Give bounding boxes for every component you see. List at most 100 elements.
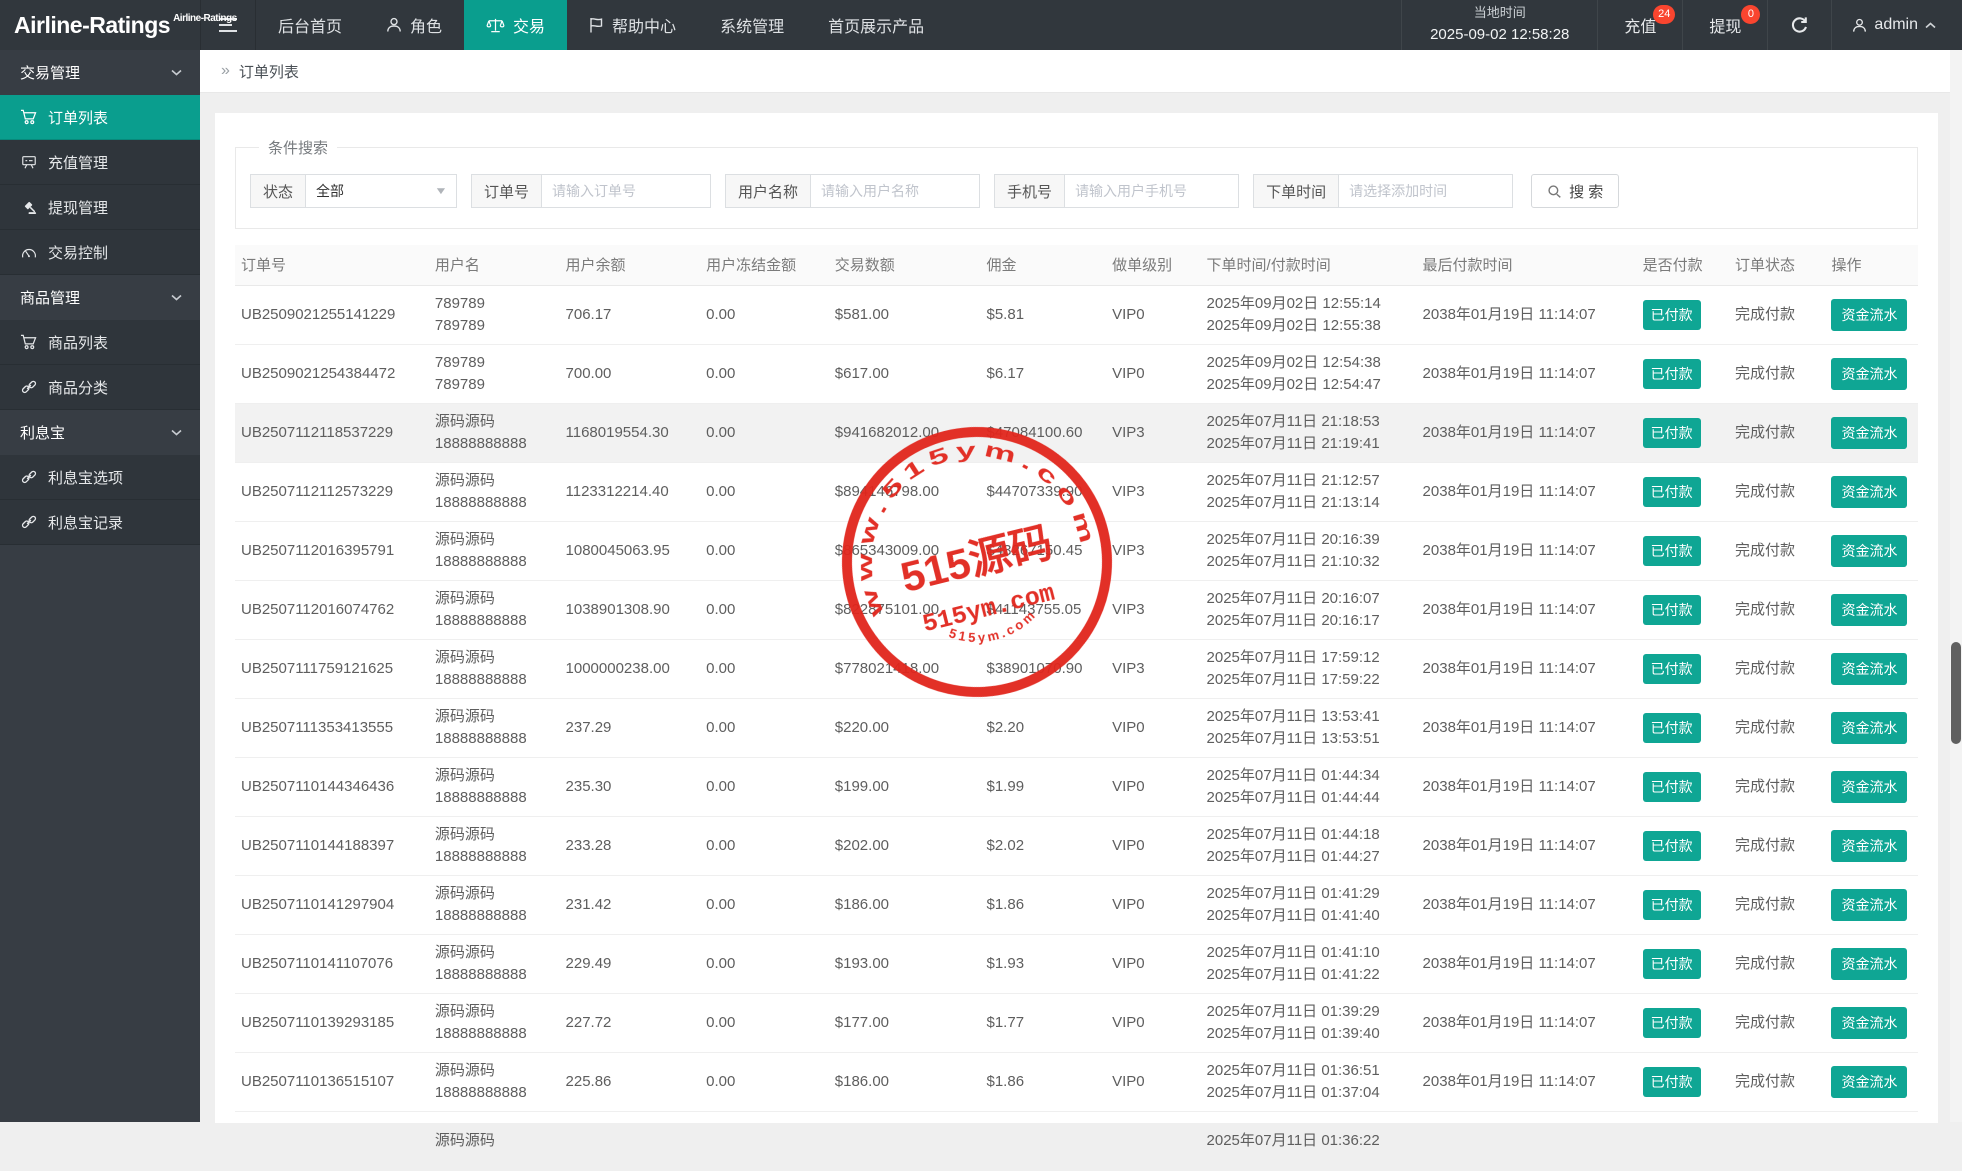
search-button[interactable]: 搜 索	[1531, 174, 1619, 208]
action-cell: 资金流水	[1825, 462, 1918, 521]
fund-flow-button[interactable]: 资金流水	[1831, 771, 1907, 803]
order-time-cell: 2025年09月02日 12:54:38 2025年09月02日 12:54:4…	[1201, 344, 1417, 403]
fund-flow-button[interactable]: 资金流水	[1831, 948, 1907, 980]
filter-row: 状态 全部 ▼ 订单号 用户名称 手机号	[250, 174, 1903, 208]
nav-item-trade[interactable]: 交易	[464, 0, 567, 50]
action-cell: 资金流水	[1825, 993, 1918, 1052]
search-panel-legend: 条件搜索	[259, 137, 337, 158]
scrollbar-thumb[interactable]	[1951, 642, 1961, 744]
fund-flow-button[interactable]: 资金流水	[1831, 417, 1907, 449]
order-no-cell: UB2507111759121625	[235, 639, 429, 698]
username-cell: 源码源码 18888888888	[429, 462, 560, 521]
paid-badge: 已付款	[1643, 536, 1701, 566]
sidebar-item-withdraw-mgmt[interactable]: 提现管理	[0, 185, 200, 230]
amount-cell	[829, 1111, 981, 1170]
paid-badge: 已付款	[1643, 1008, 1701, 1038]
amount-cell: $617.00	[829, 344, 981, 403]
nav-item-system[interactable]: 系统管理	[698, 0, 806, 50]
username-filter: 用户名称	[725, 174, 980, 208]
fund-flow-button[interactable]: 资金流水	[1831, 476, 1907, 508]
amount-cell: $186.00	[829, 875, 981, 934]
sidebar-item-product-category[interactable]: 商品分类	[0, 365, 200, 410]
username-cell: 源码源码 18888888888	[429, 875, 560, 934]
nav-item-dashboard[interactable]: 后台首页	[256, 0, 364, 50]
fund-flow-button[interactable]: 资金流水	[1831, 1066, 1907, 1098]
last-pay-time-cell: 2038年01月19日 11:14:07	[1417, 816, 1637, 875]
sidebar-item-order-list[interactable]: 订单列表	[0, 95, 200, 140]
fund-flow-button[interactable]: 资金流水	[1831, 299, 1907, 331]
frozen-cell: 0.00	[700, 993, 829, 1052]
phone-input[interactable]	[1064, 174, 1239, 208]
nav-item-home-products[interactable]: 首页展示产品	[806, 0, 946, 50]
amount-cell: $581.00	[829, 285, 981, 344]
main-content: » 订单列表 条件搜索 状态 全部 ▼ 订单号 用户名称	[200, 50, 1962, 1122]
nav-item-roles[interactable]: 角色	[364, 0, 464, 50]
fund-flow-button[interactable]: 资金流水	[1831, 358, 1907, 390]
fund-flow-button[interactable]: 资金流水	[1831, 535, 1907, 567]
level-cell: VIP3	[1106, 580, 1200, 639]
sidebar-toggle-button[interactable]	[200, 0, 256, 50]
sidebar-item-product-list[interactable]: 商品列表	[0, 320, 200, 365]
withdraw-button[interactable]: 提现 0	[1682, 0, 1767, 50]
local-time: 当地时间 2025-09-02 12:58:28	[1401, 0, 1597, 50]
sidebar-item-recharge-mgmt[interactable]: 充值管理	[0, 140, 200, 185]
status-cell: 完成付款	[1729, 875, 1825, 934]
vertical-scrollbar[interactable]	[1950, 50, 1962, 1122]
status-select[interactable]: 全部 ▼	[305, 174, 457, 208]
last-pay-time-cell: 2038年01月19日 11:14:07	[1417, 344, 1637, 403]
table-row: UB2507110141297904 源码源码 18888888888 231.…	[235, 875, 1918, 934]
last-pay-time-cell: 2038年01月19日 11:14:07	[1417, 639, 1637, 698]
fund-flow-button[interactable]: 资金流水	[1831, 653, 1907, 685]
sidebar-group-products[interactable]: 商品管理	[0, 275, 200, 320]
person-icon	[386, 17, 402, 33]
order-time-cell: 2025年07月11日 01:41:10 2025年07月11日 01:41:2…	[1201, 934, 1417, 993]
order-time-cell: 2025年07月11日 21:18:53 2025年07月11日 21:19:4…	[1201, 403, 1417, 462]
commission-cell: $1.93	[981, 934, 1107, 993]
sidebar-item-interest-options[interactable]: 利息宝选项	[0, 455, 200, 500]
username-cell: 源码源码 18888888888	[429, 521, 560, 580]
order-no-input[interactable]	[541, 174, 711, 208]
fund-flow-button[interactable]: 资金流水	[1831, 889, 1907, 921]
status-cell: 完成付款	[1729, 639, 1825, 698]
nav-item-help-center[interactable]: 帮助中心	[567, 0, 698, 50]
order-no-label: 订单号	[471, 174, 541, 208]
admin-menu[interactable]: admin	[1831, 0, 1962, 50]
order-time-filter: 下单时间	[1253, 174, 1513, 208]
amount-cell: $202.00	[829, 816, 981, 875]
level-cell: VIP0	[1106, 875, 1200, 934]
paid-cell	[1637, 1111, 1729, 1170]
sidebar-item-interest-records[interactable]: 利息宝记录	[0, 500, 200, 545]
status-cell: 完成付款	[1729, 462, 1825, 521]
table-row: UB2507112016074762 源码源码 18888888888 1038…	[235, 580, 1918, 639]
fund-flow-button[interactable]: 资金流水	[1831, 1007, 1907, 1039]
fund-flow-button[interactable]: 资金流水	[1831, 830, 1907, 862]
scales-icon	[486, 17, 505, 34]
breadcrumb-chevron-icon: »	[221, 62, 230, 80]
sidebar-group-trade[interactable]: 交易管理	[0, 50, 200, 95]
action-cell: 资金流水	[1825, 698, 1918, 757]
sidebar-group-interest[interactable]: 利息宝	[0, 410, 200, 455]
balance-cell: 235.30	[560, 757, 701, 816]
cart-icon	[20, 109, 37, 125]
refresh-button[interactable]	[1767, 0, 1831, 50]
level-cell: VIP0	[1106, 698, 1200, 757]
fund-flow-button[interactable]: 资金流水	[1831, 712, 1907, 744]
chevron-up-icon	[1925, 22, 1936, 29]
action-cell: 资金流水	[1825, 344, 1918, 403]
fund-flow-button[interactable]: 资金流水	[1831, 594, 1907, 626]
person-icon	[1852, 18, 1867, 33]
order-time-input[interactable]	[1338, 174, 1513, 208]
logo-superscript: Airline-Ratings	[173, 13, 237, 24]
level-cell: VIP3	[1106, 462, 1200, 521]
username-input[interactable]	[810, 174, 980, 208]
chevron-down-icon	[171, 69, 182, 76]
amount-cell: $220.00	[829, 698, 981, 757]
paid-badge: 已付款	[1643, 1067, 1701, 1097]
sidebar-item-trade-control[interactable]: 交易控制	[0, 230, 200, 275]
balance-cell: 700.00	[560, 344, 701, 403]
balance-cell	[560, 1111, 701, 1170]
recharge-button[interactable]: 充值 24	[1597, 0, 1682, 50]
level-cell: VIP3	[1106, 403, 1200, 462]
commission-cell: $43267150.45	[981, 521, 1107, 580]
status-cell: 完成付款	[1729, 344, 1825, 403]
